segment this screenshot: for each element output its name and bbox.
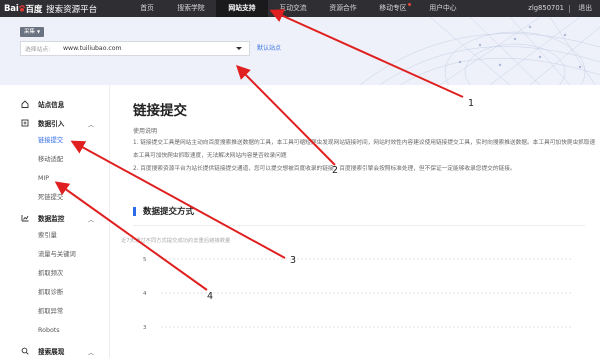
annotation-number-3: 3	[290, 255, 297, 266]
nav-search-academy[interactable]: 搜索学院	[166, 0, 216, 17]
sidebar-item-crawl-errors[interactable]: 抓取异常	[38, 306, 63, 318]
nav-user-center[interactable]: 用户中心	[418, 0, 468, 17]
section-accent-bar	[133, 207, 136, 216]
site-select[interactable]: 选择站点: www.tuiliubao.com	[20, 41, 250, 56]
search-display-icon	[21, 347, 29, 355]
sidebar-item-traffic-keywords[interactable]: 流量与关键词	[38, 249, 76, 261]
annotation-number-1: 1	[468, 98, 475, 109]
sidebar-item-crawl-frequency[interactable]: 抓取频次	[38, 268, 63, 280]
sidebar-item-mobile-adapt[interactable]: 移动适配	[38, 154, 63, 166]
nav-home[interactable]: 首页	[128, 0, 166, 17]
logo-text-left: Bai	[4, 3, 19, 14]
nav-mobile-zone-label: 移动专区	[379, 4, 407, 12]
main-content: 链接提交 使用说明 1. 链接提交工具是网站主动向百度搜索推送数据的工具，本工具…	[111, 85, 600, 358]
data-import-icon	[21, 119, 29, 127]
page: Bai 百度 搜索资源平台 首页 搜索学院 网站支持 互动交流 资源合作 移动专…	[0, 0, 600, 358]
nav-site-support[interactable]: 网站支持	[216, 0, 268, 17]
nav-interaction[interactable]: 互动交流	[268, 0, 318, 17]
username[interactable]: zlg850701	[528, 0, 564, 17]
sidebar-group-label: 搜索展现	[38, 348, 65, 356]
sidebar-item-dead-link[interactable]: 死链提交	[38, 192, 63, 204]
sidebar-item-index[interactable]: 索引量	[38, 230, 57, 242]
network-background-graphic	[359, 17, 600, 85]
annotation-number-4: 4	[207, 291, 214, 302]
page-title: 链接提交	[133, 103, 187, 119]
sidebar-group-data-monitor[interactable]: 数据监控 ︿	[0, 211, 110, 225]
collect-tag-label: 采集	[24, 29, 36, 35]
sidebar-group-label: 数据引入	[38, 120, 65, 128]
section-title: 数据提交方式	[143, 207, 195, 217]
data-monitor-icon	[21, 215, 29, 222]
sidebar-item-mip[interactable]: MIP	[38, 173, 49, 185]
sidebar-group-data-import[interactable]: 数据引入 ︿	[0, 116, 110, 130]
default-site-link[interactable]: 默认站点	[257, 43, 281, 52]
sidebar-item-robots[interactable]: Robots	[38, 325, 60, 337]
sidebar: 站点信息 数据引入 ︿ 链接提交 移动适配 MIP 死链提交 数据监控 ︿ 索引…	[0, 85, 110, 358]
chart-caption: 近7天通过不同方式提交成功的去重后链接数量	[121, 238, 231, 244]
new-badge-dot	[408, 3, 411, 6]
usage-line-2: 2. 百度搜索资源平台为站长提供链接提交通道，您可以提交想被百度收录的链接，百度…	[133, 166, 516, 172]
site-selector-band: 采集 ▼ 选择站点: www.tuiliubao.com 默认站点	[0, 17, 600, 85]
divider	[133, 225, 585, 226]
logo-text-right: 百度	[25, 4, 43, 15]
usage-line-1: 1. 链接提交工具是网站主动向百度搜索推送数据的工具，本工具可缩短爬虫发现网站链…	[133, 140, 595, 146]
caret-down-icon: ▼	[37, 29, 41, 34]
dropdown-arrow-icon[interactable]	[236, 47, 242, 50]
y-tick-label: 4	[143, 291, 147, 297]
site-select-label: 选择站点:	[25, 47, 51, 53]
sidebar-item-crawl-diagnosis[interactable]: 抓取诊断	[38, 287, 63, 299]
chevron-up-icon[interactable]: ︿	[88, 348, 94, 357]
usage-heading: 使用说明	[133, 128, 158, 135]
nav-resource-cooperation[interactable]: 资源合作	[318, 0, 368, 17]
sidebar-group-site-info[interactable]: 站点信息	[0, 97, 110, 111]
sidebar-group-label: 数据监控	[38, 215, 65, 223]
sidebar-group-label: 站点信息	[38, 101, 65, 109]
main-nav: 首页 搜索学院 网站支持 互动交流 资源合作 移动专区 用户中心	[128, 0, 468, 17]
collect-tag[interactable]: 采集 ▼	[20, 27, 45, 37]
sidebar-item-link-submit[interactable]: 链接提交	[38, 135, 63, 147]
y-tick-label: 5	[143, 257, 147, 263]
chevron-up-icon[interactable]: ︿	[88, 215, 94, 224]
top-navigation-bar: Bai 百度 搜索资源平台 首页 搜索学院 网站支持 互动交流 资源合作 移动专…	[0, 0, 600, 17]
y-tick-label: 3	[143, 325, 147, 331]
home-icon	[21, 100, 29, 108]
sidebar-group-search-display[interactable]: 搜索展现 ︿	[0, 344, 110, 358]
platform-name: 搜索资源平台	[46, 4, 98, 15]
divider	[569, 5, 570, 13]
nav-mobile-zone[interactable]: 移动专区	[368, 0, 418, 17]
site-select-value: www.tuiliubao.com	[63, 45, 122, 52]
annotation-number-2: 2	[332, 165, 339, 176]
logout-link[interactable]: 退出	[578, 0, 592, 17]
baidu-paw-icon	[19, 5, 26, 12]
baidu-logo[interactable]: Bai 百度 搜索资源平台	[0, 0, 130, 17]
usage-line-1b: 本工具可加快爬虫抓取速度，无法解决网站内容是否收录问题	[133, 153, 287, 159]
chevron-up-icon[interactable]: ︿	[88, 120, 94, 129]
